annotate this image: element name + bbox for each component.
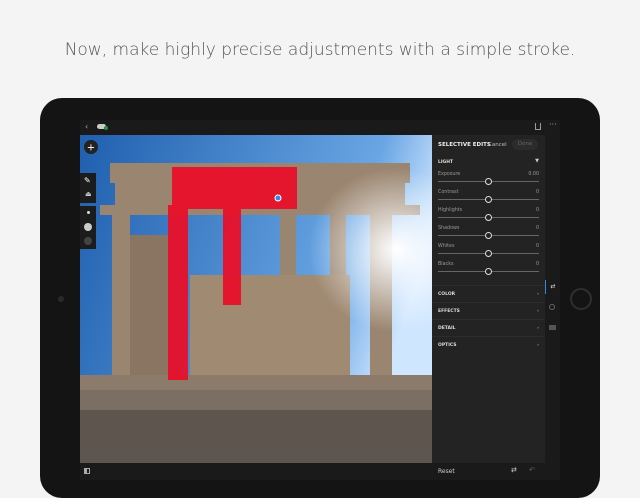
- slider-label: Whites: [438, 244, 455, 249]
- feather-icon[interactable]: [84, 223, 92, 231]
- chevron-down-icon[interactable]: ▼: [535, 158, 539, 164]
- brush-icon[interactable]: ✎: [84, 176, 91, 185]
- slider-label: Contrast: [438, 190, 459, 195]
- compare-icon[interactable]: [84, 468, 90, 474]
- slider-shadows[interactable]: Shadows 0: [432, 226, 545, 244]
- slider-label: Shadows: [438, 226, 460, 231]
- chevron-right-icon: ›: [537, 326, 539, 331]
- cloud-sync-icon[interactable]: [97, 124, 108, 130]
- undo-icon[interactable]: ↶: [529, 466, 535, 474]
- top-bar: ‹ ···: [80, 120, 560, 135]
- slider-knob[interactable]: [485, 196, 492, 203]
- panel-title: SELECTIVE EDITS: [438, 142, 491, 148]
- add-mask-button[interactable]: +: [84, 140, 98, 154]
- slider-knob[interactable]: [485, 268, 492, 275]
- section-optics[interactable]: OPTICS ›: [432, 336, 545, 353]
- chevron-right-icon: ›: [537, 343, 539, 348]
- done-button[interactable]: Done: [512, 139, 538, 150]
- slider-whites[interactable]: Whites 0: [432, 244, 545, 262]
- flow-icon[interactable]: [84, 237, 92, 245]
- slider-label: Blacks: [438, 262, 454, 267]
- slider-value: 0: [535, 190, 539, 195]
- section-label: OPTICS: [438, 343, 457, 348]
- brush-size-tools: [80, 206, 96, 249]
- slider-exposure[interactable]: Exposure 0.00: [432, 172, 545, 190]
- selective-edits-icon[interactable]: ⇄: [545, 280, 560, 294]
- app-screen: ‹ ··· + ✎ ⏏ SELECTIVE EDITS Cancel Done …: [80, 120, 560, 480]
- headline: Now, make highly precise adjustments wit…: [64, 40, 576, 60]
- home-button[interactable]: [570, 288, 592, 310]
- section-detail[interactable]: DETAIL ›: [432, 319, 545, 336]
- slider-knob[interactable]: [485, 214, 492, 221]
- svg-text:+: +: [87, 143, 95, 154]
- slider-knob[interactable]: [485, 250, 492, 257]
- slider-label: Exposure: [438, 172, 461, 177]
- chevron-right-icon: ›: [537, 292, 539, 297]
- size-icon[interactable]: [87, 211, 90, 214]
- section-label: EFFECTS: [438, 309, 460, 314]
- slider-contrast[interactable]: Contrast 0: [432, 190, 545, 208]
- slider-value: 0: [535, 262, 539, 267]
- selective-edits-panel: SELECTIVE EDITS Cancel Done LIGHT ▼ Expo…: [432, 135, 545, 463]
- chevron-right-icon: ›: [537, 309, 539, 314]
- slider-highlights[interactable]: Highlights 0: [432, 208, 545, 226]
- slider-blacks[interactable]: Blacks 0: [432, 262, 545, 280]
- slider-value: 0.00: [528, 172, 539, 177]
- slider-knob[interactable]: [485, 178, 492, 185]
- light-section[interactable]: LIGHT: [438, 160, 453, 165]
- slider-value: 0: [535, 208, 539, 213]
- section-effects[interactable]: EFFECTS ›: [432, 302, 545, 319]
- more-icon[interactable]: ···: [549, 120, 557, 129]
- comment-icon[interactable]: [549, 325, 556, 330]
- section-color[interactable]: COLOR ›: [432, 285, 545, 302]
- slider-label: Highlights: [438, 208, 463, 213]
- info-icon[interactable]: [549, 304, 555, 310]
- camera: [58, 296, 64, 302]
- back-icon[interactable]: ‹: [85, 122, 88, 131]
- slider-value: 0: [535, 226, 539, 231]
- brush-tools: ✎ ⏏: [80, 173, 96, 203]
- slider-value: 0: [535, 244, 539, 249]
- reset-button[interactable]: Reset: [438, 468, 455, 475]
- share-icon[interactable]: [535, 123, 541, 130]
- cancel-button[interactable]: Cancel: [488, 142, 507, 148]
- mask-toggle-icon[interactable]: ⇄: [511, 466, 517, 474]
- bottom-bar: Reset ⇄ ↶: [80, 463, 545, 480]
- section-label: COLOR: [438, 292, 456, 297]
- eraser-icon[interactable]: ⏏: [85, 190, 92, 198]
- photo-canvas[interactable]: +: [80, 135, 432, 463]
- slider-knob[interactable]: [485, 232, 492, 239]
- right-icon-strip: ⇄: [545, 135, 560, 480]
- section-label: DETAIL: [438, 326, 456, 331]
